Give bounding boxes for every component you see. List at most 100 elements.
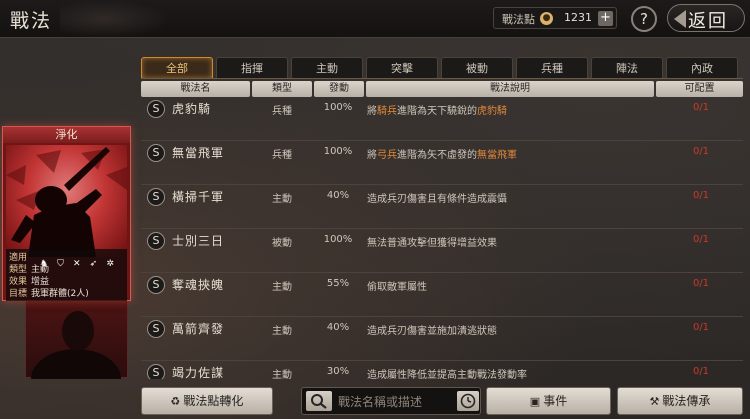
tab-passive[interactable]: 被動 bbox=[441, 57, 513, 79]
tactic-config-count: 0/1 bbox=[692, 322, 710, 333]
clock-icon bbox=[460, 393, 476, 409]
table-row[interactable]: S 無當飛軍 兵種 100% 將弓兵進階為矢不虛發的無當飛軍 0/1 bbox=[141, 141, 743, 185]
tactic-name: 竭力佐謀 bbox=[172, 366, 225, 379]
applies-icons: ♞ ⛉ ✕ ➶ ✲ bbox=[40, 251, 118, 270]
help-button[interactable]: ? bbox=[631, 6, 657, 32]
crossed-spears-icon: ✕ bbox=[73, 259, 81, 269]
grade-s-badge: S bbox=[147, 188, 165, 206]
search-input[interactable] bbox=[338, 392, 450, 411]
tab-troop[interactable]: 兵種 bbox=[516, 57, 588, 79]
desc-highlight: 無當飛軍 bbox=[477, 150, 517, 161]
tactic-type: 主動 bbox=[272, 370, 292, 379]
grade-s-badge: S bbox=[147, 364, 165, 379]
tactic-description: 無法普通攻擊但獲得增益效果 bbox=[367, 238, 497, 249]
grade-s-badge: S bbox=[147, 320, 165, 338]
convert-icon: ♻ bbox=[170, 395, 181, 408]
tactic-name: 萬箭齊發 bbox=[172, 322, 225, 336]
desc-highlight: 弓兵 bbox=[377, 150, 397, 161]
secondary-card-art bbox=[25, 300, 128, 409]
grade-s-badge: S bbox=[147, 100, 165, 118]
tactic-rate: 30% bbox=[326, 366, 350, 377]
column-header-type[interactable]: 類型 bbox=[252, 81, 312, 97]
hammer-icon: ⚒ bbox=[649, 395, 660, 408]
tactic-rate: 100% bbox=[323, 102, 353, 113]
back-arrow-icon bbox=[674, 10, 686, 28]
event-button[interactable]: ▣ 事件 bbox=[486, 387, 611, 415]
table-row[interactable]: S 萬箭齊發 主動 40% 造成兵刃傷害並施加潰逃狀態 0/1 bbox=[141, 317, 743, 361]
tab-internal[interactable]: 內政 bbox=[666, 57, 738, 79]
card-target-row: 目標 我軍群體(2人) bbox=[9, 286, 89, 299]
table-row[interactable]: S 虎豹騎 兵種 100% 將騎兵進階為天下驍銳的虎豹騎 0/1 bbox=[141, 97, 743, 141]
tab-active[interactable]: 主動 bbox=[291, 57, 363, 79]
convert-points-button[interactable]: ♻ 戰法點轉化 bbox=[141, 387, 273, 415]
scroll-icon: ▣ bbox=[529, 395, 541, 408]
table-header: 戰法名 類型 發動 戰法說明 可配置 bbox=[141, 81, 743, 97]
coin-icon: ● bbox=[540, 12, 553, 25]
column-header-config[interactable]: 可配置 bbox=[656, 81, 743, 97]
inherit-tactic-button[interactable]: ⚒ 戰法傳承 bbox=[617, 387, 743, 415]
category-tabs: 全部 指揮 主動 突擊 被動 兵種 陣法 內政 bbox=[141, 57, 743, 79]
tab-formation[interactable]: 陣法 bbox=[591, 57, 663, 79]
tactic-type: 主動 bbox=[272, 194, 292, 205]
search-button[interactable] bbox=[306, 391, 332, 411]
tactic-type: 兵種 bbox=[272, 106, 292, 117]
tab-command[interactable]: 指揮 bbox=[216, 57, 288, 79]
tab-divider bbox=[141, 78, 743, 79]
selected-tactic-card[interactable]: 淨化 適用 ♞ ⛉ ✕ ➶ ✲ 類型 主動 效果 增益 目標 我軍群體(2人) bbox=[2, 126, 131, 301]
tactic-description: 將騎兵進階為天下驍銳的虎豹騎 bbox=[367, 102, 507, 117]
tactic-config-count: 0/1 bbox=[692, 146, 710, 157]
table-row[interactable]: S 士別三日 被動 100% 無法普通攻擊但獲得增益效果 0/1 bbox=[141, 229, 743, 273]
table-row[interactable]: S 奪魂挾魄 主動 55% 偷取敵軍屬性 0/1 bbox=[141, 273, 743, 317]
tactic-points-display: 戰法點 ● 1231 + bbox=[493, 7, 617, 29]
tactic-rate: 100% bbox=[323, 234, 353, 245]
bow-icon: ➶ bbox=[89, 259, 98, 269]
sort-by-time-button[interactable] bbox=[457, 391, 479, 411]
title-ornament bbox=[60, 0, 170, 38]
desc-highlight: 虎豹騎 bbox=[477, 106, 507, 117]
search-icon bbox=[311, 394, 327, 409]
tab-all[interactable]: 全部 bbox=[141, 57, 213, 79]
desc-text: 進階為矢不虛發的 bbox=[397, 150, 477, 161]
tactic-name: 虎豹騎 bbox=[172, 102, 212, 116]
tactic-config-count: 0/1 bbox=[692, 102, 710, 113]
back-label: 返回 bbox=[688, 11, 728, 32]
tactic-type: 兵種 bbox=[272, 150, 292, 161]
tactic-description: 造成屬性降低並提高主動戰法發動率 bbox=[367, 370, 527, 379]
grade-s-badge: S bbox=[147, 144, 165, 162]
silhouette-art bbox=[31, 311, 121, 409]
table-row[interactable]: S 橫掃千軍 主動 40% 造成兵刃傷害且有條件造成震懾 0/1 bbox=[141, 185, 743, 229]
tactic-rate: 55% bbox=[326, 278, 350, 289]
warrior-silhouette bbox=[6, 147, 127, 257]
tactic-type: 主動 bbox=[272, 282, 292, 293]
tactic-name: 橫掃千軍 bbox=[172, 190, 225, 204]
tactic-points-value: 1231 bbox=[564, 11, 592, 24]
inherit-label: 戰法傳承 bbox=[662, 394, 711, 408]
tactic-config-count: 0/1 bbox=[692, 278, 710, 289]
tactic-type: 主動 bbox=[272, 326, 292, 337]
tactic-rate: 40% bbox=[326, 322, 350, 333]
grade-s-badge: S bbox=[147, 232, 165, 250]
tactic-config-count: 0/1 bbox=[692, 190, 710, 201]
back-button[interactable]: 返回 bbox=[667, 4, 745, 32]
tactics-list: S 虎豹騎 兵種 100% 將騎兵進階為天下驍銳的虎豹騎 0/1 S 無當飛軍 … bbox=[141, 97, 743, 379]
tactic-description: 造成兵刃傷害並施加潰逃狀態 bbox=[367, 326, 497, 337]
grade-s-badge: S bbox=[147, 276, 165, 294]
tactic-config-count: 0/1 bbox=[692, 234, 710, 245]
wheel-icon: ✲ bbox=[106, 259, 114, 269]
card-illustration bbox=[6, 145, 127, 257]
tactic-type: 被動 bbox=[272, 238, 292, 249]
shield-icon: ⛉ bbox=[57, 259, 64, 269]
tactic-rate: 40% bbox=[326, 190, 350, 201]
tactic-description: 將弓兵進階為矢不虛發的無當飛軍 bbox=[367, 146, 517, 161]
target-label: 目標 bbox=[9, 289, 28, 299]
target-value: 我軍群體(2人) bbox=[31, 289, 89, 299]
desc-text: 將 bbox=[367, 150, 377, 161]
tab-assault[interactable]: 突擊 bbox=[366, 57, 438, 79]
convert-label: 戰法點轉化 bbox=[183, 394, 244, 408]
column-header-name[interactable]: 戰法名 bbox=[141, 81, 250, 97]
table-row[interactable]: S 竭力佐謀 主動 30% 造成屬性降低並提高主動戰法發動率 0/1 bbox=[141, 361, 743, 379]
add-points-button[interactable]: + bbox=[598, 11, 613, 26]
desc-text: 進階為天下驍銳的 bbox=[397, 106, 477, 117]
column-header-rate[interactable]: 發動 bbox=[314, 81, 364, 97]
tactic-description: 偷取敵軍屬性 bbox=[367, 282, 427, 293]
